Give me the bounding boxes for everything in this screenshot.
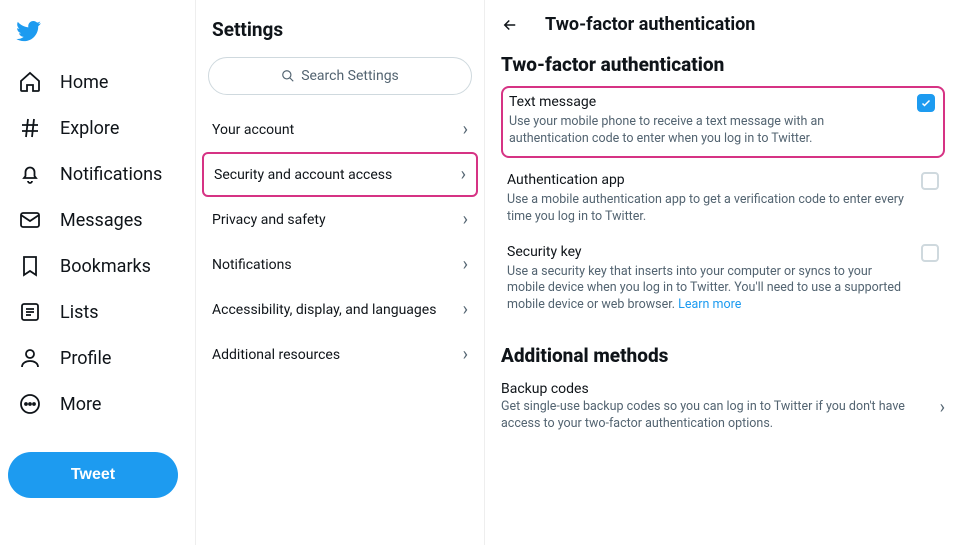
settings-item-additional[interactable]: Additional resources › (196, 332, 484, 377)
settings-item-label: Privacy and safety (212, 212, 326, 228)
settings-item-privacy[interactable]: Privacy and safety › (196, 197, 484, 242)
method-text-message: Text message Use your mobile phone to re… (501, 86, 945, 158)
learn-more-link[interactable]: Learn more (678, 297, 741, 312)
home-icon (18, 70, 42, 94)
list-icon (18, 300, 42, 324)
tweet-button[interactable]: Tweet (8, 452, 178, 498)
method-checkbox[interactable] (921, 172, 939, 190)
settings-item-label: Security and account access (214, 167, 392, 183)
methods-group: Text message Use your mobile phone to re… (501, 86, 945, 324)
chevron-right-icon: › (463, 299, 468, 320)
settings-item-security[interactable]: Security and account access › (202, 152, 478, 197)
nav-bookmarks[interactable]: Bookmarks (8, 244, 195, 288)
method-title: Authentication app (507, 172, 625, 188)
detail-column: Two-factor authentication Two-factor aut… (485, 0, 961, 545)
nav-messages[interactable]: Messages (8, 198, 195, 242)
page-title: Two-factor authentication (545, 14, 755, 35)
profile-icon (18, 346, 42, 370)
nav-label: More (60, 394, 101, 415)
check-icon (920, 97, 932, 109)
additional-heading: Additional methods (501, 338, 945, 377)
settings-heading: Settings (196, 14, 484, 57)
chevron-right-icon: › (463, 209, 468, 230)
nav-lists[interactable]: Lists (8, 290, 195, 334)
chevron-right-icon: › (463, 344, 468, 365)
method-desc: Use a security key that inserts into you… (507, 262, 939, 315)
section-heading: Two-factor authentication (501, 53, 945, 86)
backup-desc: Get single-use backup codes so you can l… (501, 397, 920, 433)
nav-label: Lists (60, 302, 99, 323)
method-checkbox[interactable] (921, 244, 939, 262)
nav-label: Notifications (60, 164, 162, 185)
search-placeholder: Search Settings (301, 68, 399, 84)
method-desc: Use your mobile phone to receive a text … (509, 112, 935, 148)
nav-explore[interactable]: Explore (8, 106, 195, 150)
settings-item-label: Notifications (212, 257, 292, 273)
settings-column: Settings Search Settings Your account › … (195, 0, 485, 545)
settings-item-label: Additional resources (212, 347, 340, 363)
chevron-right-icon: › (461, 164, 466, 185)
detail-header: Two-factor authentication (501, 14, 945, 53)
more-icon (18, 392, 42, 416)
method-security-key: Security key Use a security key that ins… (501, 236, 945, 325)
backup-title: Backup codes (501, 381, 920, 397)
nav-notifications[interactable]: Notifications (8, 152, 195, 196)
settings-item-label: Your account (212, 122, 294, 138)
settings-item-label: Accessibility, display, and languages (212, 302, 436, 318)
method-checkbox[interactable] (917, 94, 935, 112)
chevron-right-icon: › (463, 119, 468, 140)
nav-label: Messages (60, 210, 143, 231)
primary-nav: Home Explore Notifications Messages Book… (0, 0, 195, 545)
method-title: Security key (507, 244, 582, 260)
settings-item-accessibility[interactable]: Accessibility, display, and languages › (196, 287, 484, 332)
settings-item-your-account[interactable]: Your account › (196, 107, 484, 152)
method-title: Text message (509, 94, 596, 110)
nav-label: Bookmarks (60, 256, 151, 277)
nav-profile[interactable]: Profile (8, 336, 195, 380)
method-auth-app: Authentication app Use a mobile authenti… (501, 164, 945, 236)
nav-more[interactable]: More (8, 382, 195, 426)
nav-label: Profile (60, 348, 111, 369)
twitter-bird-icon (16, 18, 42, 44)
bookmark-icon (18, 254, 42, 278)
bell-icon (18, 162, 42, 186)
chevron-right-icon: › (463, 254, 468, 275)
settings-search[interactable]: Search Settings (196, 57, 484, 107)
chevron-right-icon: › (940, 397, 945, 418)
settings-item-notifications[interactable]: Notifications › (196, 242, 484, 287)
nav-label: Home (60, 72, 108, 93)
hash-icon (18, 116, 42, 140)
back-button[interactable] (501, 16, 519, 34)
nav-label: Explore (60, 118, 119, 139)
envelope-icon (18, 208, 42, 232)
search-icon (281, 69, 295, 83)
arrow-left-icon (501, 16, 519, 34)
twitter-logo[interactable] (8, 10, 195, 58)
backup-codes-row[interactable]: Backup codes Get single-use backup codes… (501, 377, 945, 437)
method-desc: Use a mobile authentication app to get a… (507, 190, 939, 226)
nav-home[interactable]: Home (8, 60, 195, 104)
